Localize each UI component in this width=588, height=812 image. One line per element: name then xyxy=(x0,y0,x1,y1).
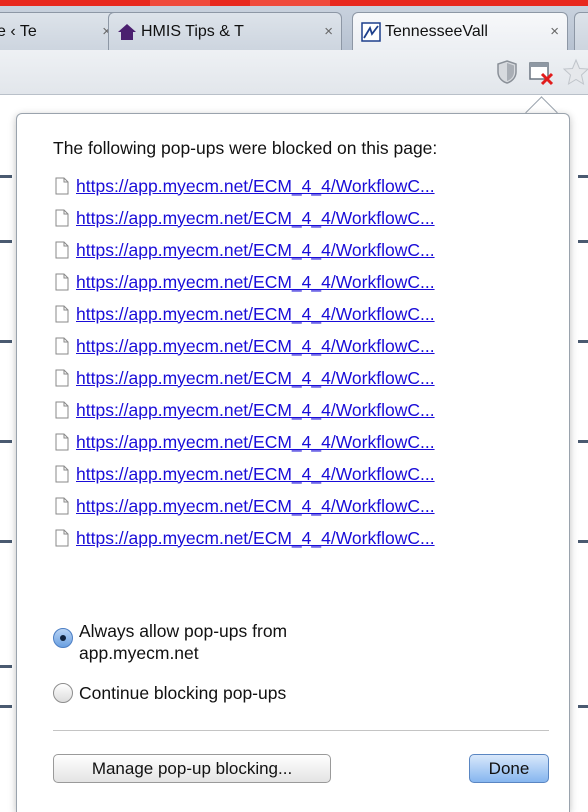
tab-title: e ‹ Te xyxy=(0,22,37,40)
page-edge-mark xyxy=(0,705,12,708)
page-icon xyxy=(55,305,69,323)
bubble-heading: The following pop-ups were blocked on th… xyxy=(53,138,438,158)
page-icon xyxy=(55,433,69,451)
page-icon xyxy=(55,177,69,195)
page-icon xyxy=(55,465,69,483)
page-icon xyxy=(55,241,69,259)
list-item: https://app.myecm.net/ECM_4_4/WorkflowC.… xyxy=(55,522,435,554)
list-item: https://app.myecm.net/ECM_4_4/WorkflowC.… xyxy=(55,362,435,394)
allow-popups-label: Always allow pop-ups from app.myecm.net xyxy=(79,620,287,664)
blocked-popup-link[interactable]: https://app.myecm.net/ECM_4_4/WorkflowC.… xyxy=(76,272,435,293)
star-icon[interactable] xyxy=(562,58,588,91)
list-item: https://app.myecm.net/ECM_4_4/WorkflowC.… xyxy=(55,298,435,330)
page-icon xyxy=(55,529,69,547)
tab-strip: e ‹ Te × HMIS Tips & T × TennesseeVall × xyxy=(0,6,588,50)
block-popups-label: Continue blocking pop-ups xyxy=(79,683,287,703)
list-item: https://app.myecm.net/ECM_4_4/WorkflowC.… xyxy=(55,330,435,362)
blocked-popup-list: https://app.myecm.net/ECM_4_4/WorkflowC.… xyxy=(55,170,435,554)
list-item: https://app.myecm.net/ECM_4_4/WorkflowC.… xyxy=(55,202,435,234)
blocked-popup-link[interactable]: https://app.myecm.net/ECM_4_4/WorkflowC.… xyxy=(76,400,435,421)
house-icon xyxy=(117,22,137,42)
block-popups-radio[interactable] xyxy=(53,683,73,703)
tab-1[interactable]: e ‹ Te × xyxy=(0,12,120,50)
blocked-popup-link[interactable]: https://app.myecm.net/ECM_4_4/WorkflowC.… xyxy=(76,336,435,357)
page-edge-mark xyxy=(0,340,12,343)
list-item: https://app.myecm.net/ECM_4_4/WorkflowC.… xyxy=(55,170,435,202)
tab-close-icon[interactable]: × xyxy=(324,23,333,40)
list-item: https://app.myecm.net/ECM_4_4/WorkflowC.… xyxy=(55,266,435,298)
tab-3[interactable]: TennesseeVall × xyxy=(352,12,568,50)
page-edge-mark xyxy=(578,540,588,543)
page-edge-mark xyxy=(0,240,12,243)
page-edge-mark xyxy=(578,440,588,443)
blocked-popup-link[interactable]: https://app.myecm.net/ECM_4_4/WorkflowC.… xyxy=(76,528,435,549)
list-item: https://app.myecm.net/ECM_4_4/WorkflowC.… xyxy=(55,426,435,458)
blocked-popup-link[interactable]: https://app.myecm.net/ECM_4_4/WorkflowC.… xyxy=(76,240,435,261)
manage-popup-blocking-button[interactable]: Manage pop-up blocking... xyxy=(53,754,331,783)
blocked-popup-link[interactable]: https://app.myecm.net/ECM_4_4/WorkflowC.… xyxy=(76,496,435,517)
tab-title: TennesseeVall xyxy=(385,22,488,40)
tab-close-icon[interactable]: × xyxy=(550,23,559,40)
allow-popups-label-line1: Always allow pop-ups from xyxy=(79,621,288,641)
page-edge-right xyxy=(578,95,588,812)
allow-popups-option[interactable]: Always allow pop-ups from app.myecm.net xyxy=(53,620,287,664)
blocked-popup-link[interactable]: https://app.myecm.net/ECM_4_4/WorkflowC.… xyxy=(76,208,435,229)
toolbar xyxy=(0,50,588,95)
list-item: https://app.myecm.net/ECM_4_4/WorkflowC.… xyxy=(55,490,435,522)
shield-icon[interactable] xyxy=(496,60,518,89)
tva-logo-icon xyxy=(361,21,381,42)
page-edge-mark xyxy=(0,175,12,178)
blocked-popup-link[interactable]: https://app.myecm.net/ECM_4_4/WorkflowC.… xyxy=(76,176,435,197)
page-icon xyxy=(55,337,69,355)
page-edge-left xyxy=(0,95,14,812)
page-edge-mark xyxy=(578,705,588,708)
popup-blocked-bubble: The following pop-ups were blocked on th… xyxy=(16,113,570,812)
page-edge-mark xyxy=(0,665,12,668)
popup-blocked-icon[interactable] xyxy=(528,60,554,91)
page-edge-mark xyxy=(578,340,588,343)
page-edge-mark xyxy=(578,175,588,178)
page-icon xyxy=(55,369,69,387)
list-item: https://app.myecm.net/ECM_4_4/WorkflowC.… xyxy=(55,234,435,266)
page-icon xyxy=(55,209,69,227)
new-tab-partial[interactable] xyxy=(574,12,588,50)
page-edge-mark xyxy=(0,440,12,443)
block-popups-option[interactable]: Continue blocking pop-ups xyxy=(53,682,286,704)
divider xyxy=(53,730,549,731)
blocked-popup-link[interactable]: https://app.myecm.net/ECM_4_4/WorkflowC.… xyxy=(76,464,435,485)
page-icon xyxy=(55,497,69,515)
page-icon xyxy=(55,401,69,419)
list-item: https://app.myecm.net/ECM_4_4/WorkflowC.… xyxy=(55,394,435,426)
allow-popups-label-line2: app.myecm.net xyxy=(79,643,199,663)
tab-2[interactable]: HMIS Tips & T × xyxy=(108,12,342,50)
blocked-popup-link[interactable]: https://app.myecm.net/ECM_4_4/WorkflowC.… xyxy=(76,432,435,453)
tab-title: HMIS Tips & T xyxy=(141,22,244,40)
blocked-popup-link[interactable]: https://app.myecm.net/ECM_4_4/WorkflowC.… xyxy=(76,368,435,389)
list-item: https://app.myecm.net/ECM_4_4/WorkflowC.… xyxy=(55,458,435,490)
page-edge-mark xyxy=(0,540,12,543)
page-icon xyxy=(55,273,69,291)
allow-popups-radio[interactable] xyxy=(53,628,73,648)
done-button[interactable]: Done xyxy=(469,754,549,783)
page-edge-mark xyxy=(578,240,588,243)
blocked-popup-link[interactable]: https://app.myecm.net/ECM_4_4/WorkflowC.… xyxy=(76,304,435,325)
